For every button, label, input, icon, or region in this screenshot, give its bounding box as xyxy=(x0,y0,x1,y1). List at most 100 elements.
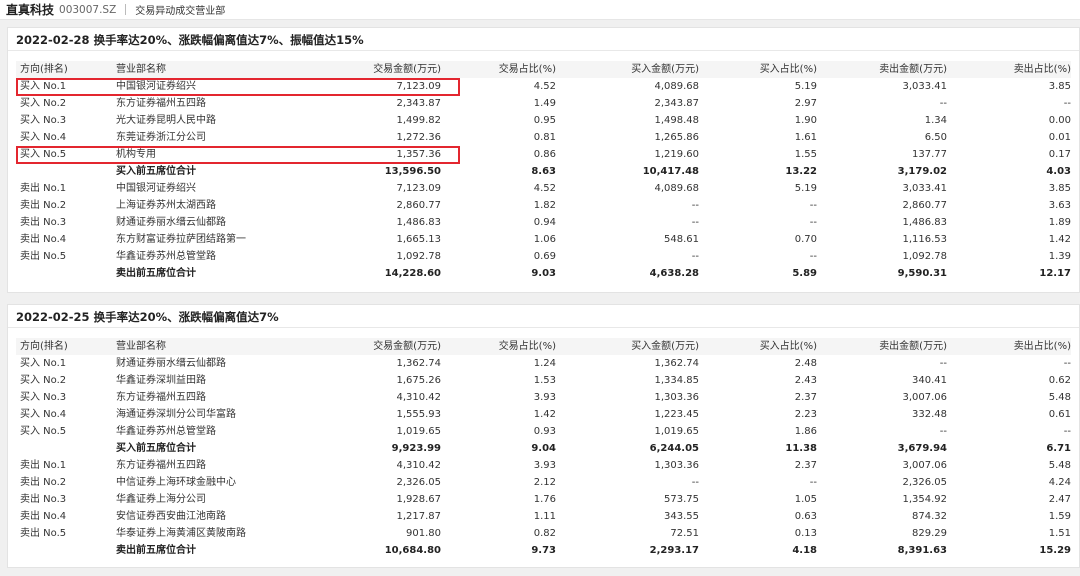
cell-trade-amount: 2,326.05 xyxy=(396,477,441,488)
cell-trade-ratio: 1.82 xyxy=(533,200,556,211)
cell-direction: 卖出 No.1 xyxy=(20,460,67,471)
cell-direction: 买入 No.5 xyxy=(20,426,67,437)
cell-broker: 中信证券上海环球金融中心 xyxy=(116,477,236,488)
cell-trade-ratio: 1.11 xyxy=(533,511,556,522)
buy-row[interactable]: 买入 No.5 机构专用 1,357.36 0.86 1,219.60 1.55 137.7… xyxy=(16,146,1071,163)
column-header-trade-ratio: 交易占比(%) xyxy=(441,338,556,355)
cell-buy-ratio: -- xyxy=(809,200,817,211)
cell-broker: 东方财富证券拉萨团结路第一 xyxy=(116,234,246,245)
total-broker: 买入前五席位合计 xyxy=(116,443,196,454)
buy-total-row: 买入前五席位合计 13,596.50 8.63 10,417.48 13.22 3,179… xyxy=(16,163,1071,180)
stock-code: 003007.SZ xyxy=(59,3,117,16)
cell-trade-ratio: 0.81 xyxy=(533,132,556,143)
trade-panel-2022-02-25: 2022-02-25 换手率达20%、涨跌幅偏离值达7% 方向(排名) 营业部名称… xyxy=(7,304,1080,568)
sell-total-row: 卖出前五席位合计 14,228.60 9.03 4,638.28 5.89 9,590.3… xyxy=(16,265,1071,282)
cell-trade-ratio: 2.12 xyxy=(533,477,556,488)
cell-broker: 东莞证券浙江分公司 xyxy=(116,132,206,143)
buy-row[interactable]: 买入 No.2 华鑫证券深圳益田路 1,675.26 1.53 1,334.85 2.43… xyxy=(16,372,1071,389)
column-header-trade-amount: 交易金额(万元) xyxy=(319,61,441,78)
cell-sell-ratio: 1.59 xyxy=(1048,511,1071,522)
cell-sell-ratio: 1.51 xyxy=(1048,528,1071,539)
buy-row[interactable]: 买入 No.3 光大证券昆明人民中路 1,499.82 0.95 1,498.48 1.9… xyxy=(16,112,1071,129)
buy-row[interactable]: 买入 No.1 财通证券丽水缙云仙都路 1,362.74 1.24 1,362.74 2.… xyxy=(16,355,1071,372)
cell-sell-amount: 137.77 xyxy=(912,149,947,160)
buy-row[interactable]: 买入 No.1 中国银河证券绍兴 7,123.09 4.52 4,089.68 5.19 3… xyxy=(16,78,1071,95)
page-subtitle: 交易异动成交营业部 xyxy=(135,6,226,17)
sell-row[interactable]: 卖出 No.2 上海证券苏州太湖西路 2,860.77 1.82 -- -- 2,860.7… xyxy=(16,197,1071,214)
cell-sell-amount: 340.41 xyxy=(912,375,947,386)
cell-buy-amount: 2,343.87 xyxy=(654,98,699,109)
buy-row[interactable]: 买入 No.3 东方证券福州五四路 4,310.42 3.93 1,303.36 2.37… xyxy=(16,389,1071,406)
buy-row[interactable]: 买入 No.4 东莞证券浙江分公司 1,272.36 0.81 1,265.86 1.61… xyxy=(16,129,1071,146)
cell-buy-ratio: 2.43 xyxy=(794,375,817,386)
cell-buy-ratio: 1.86 xyxy=(794,426,817,437)
cell-trade-ratio: 3.93 xyxy=(533,460,556,471)
cell-sell-amount: 829.29 xyxy=(912,528,947,539)
sell-row[interactable]: 卖出 No.5 华鑫证券苏州总管堂路 1,092.78 0.69 -- -- 1,092.7… xyxy=(16,248,1071,265)
column-header-sell-ratio: 卖出占比(%) xyxy=(947,338,1071,355)
cell-broker: 海通证券深圳分公司华富路 xyxy=(116,409,236,420)
buy-row[interactable]: 买入 No.5 华鑫证券苏州总管堂路 1,019.65 0.93 1,019.65 1.8… xyxy=(16,423,1071,440)
cell-buy-ratio: 0.70 xyxy=(794,234,817,245)
total-sell-amount: 3,679.94 xyxy=(897,443,947,454)
cell-sell-ratio: 3.85 xyxy=(1048,81,1071,92)
total-trade-ratio: 9.73 xyxy=(531,545,556,556)
cell-sell-amount: -- xyxy=(939,98,947,109)
cell-sell-ratio: 0.01 xyxy=(1048,132,1071,143)
cell-trade-amount: 1,555.93 xyxy=(396,409,441,420)
cell-direction: 买入 No.4 xyxy=(20,132,67,143)
cell-trade-ratio: 1.49 xyxy=(533,98,556,109)
cell-trade-amount: 4,310.42 xyxy=(396,392,441,403)
total-trade-ratio: 9.03 xyxy=(531,268,556,279)
total-buy-ratio: 13.22 xyxy=(785,166,817,177)
cell-buy-amount: 1,019.65 xyxy=(654,426,699,437)
cell-trade-amount: 2,343.87 xyxy=(396,98,441,109)
total-buy-ratio: 4.18 xyxy=(792,545,817,556)
cell-sell-amount: 874.32 xyxy=(912,511,947,522)
cell-buy-ratio: 1.90 xyxy=(794,115,817,126)
column-header-buy-ratio: 买入占比(%) xyxy=(699,338,817,355)
buy-total-row: 买入前五席位合计 9,923.99 9.04 6,244.05 11.38 3,679.9… xyxy=(16,440,1071,457)
cell-trade-ratio: 1.06 xyxy=(533,234,556,245)
sell-row[interactable]: 卖出 No.3 华鑫证券上海分公司 1,928.67 1.76 573.75 1.05 1,… xyxy=(16,491,1071,508)
sell-row[interactable]: 卖出 No.5 华泰证券上海黄浦区黄陂南路 901.80 0.82 72.51 0.13 8… xyxy=(16,525,1071,542)
cell-buy-amount: 1,303.36 xyxy=(654,460,699,471)
cell-sell-amount: 3,007.06 xyxy=(902,392,947,403)
sell-row[interactable]: 卖出 No.4 安信证券西安曲江池南路 1,217.87 1.11 343.55 0.63… xyxy=(16,508,1071,525)
buy-row[interactable]: 买入 No.2 东方证券福州五四路 2,343.87 1.49 2,343.87 2.97… xyxy=(16,95,1071,112)
cell-buy-amount: 72.51 xyxy=(670,528,699,539)
cell-sell-amount: 1,486.83 xyxy=(902,217,947,228)
cell-trade-amount: 1,217.87 xyxy=(396,511,441,522)
sell-row[interactable]: 卖出 No.1 中国银河证券绍兴 7,123.09 4.52 4,089.68 5.19 3… xyxy=(16,180,1071,197)
column-header-broker: 营业部名称 xyxy=(112,61,319,78)
table-header-row: 方向(排名) 营业部名称 交易金额(万元) 交易占比(%) 买入金额(万元) 买入占比(%… xyxy=(16,61,1071,78)
cell-trade-amount: 7,123.09 xyxy=(396,81,441,92)
cell-buy-ratio: 0.13 xyxy=(794,528,817,539)
sell-row[interactable]: 卖出 No.4 东方财富证券拉萨团结路第一 1,665.13 1.06 548.61 0.… xyxy=(16,231,1071,248)
cell-buy-amount: 1,223.45 xyxy=(654,409,699,420)
cell-direction: 卖出 No.4 xyxy=(20,511,67,522)
cell-blank xyxy=(16,440,112,457)
cell-trade-ratio: 0.82 xyxy=(533,528,556,539)
cell-broker: 中国银河证券绍兴 xyxy=(116,183,196,194)
cell-buy-ratio: -- xyxy=(809,477,817,488)
cell-buy-amount: -- xyxy=(691,477,699,488)
broker-table: 方向(排名) 营业部名称 交易金额(万元) 交易占比(%) 买入金额(万元) 买入占比(%… xyxy=(16,61,1071,282)
cell-buy-amount: -- xyxy=(691,217,699,228)
column-header-trade-ratio: 交易占比(%) xyxy=(441,61,556,78)
buy-row[interactable]: 买入 No.4 海通证券深圳分公司华富路 1,555.93 1.42 1,223.45 2… xyxy=(16,406,1071,423)
cell-broker: 中国银河证券绍兴 xyxy=(116,81,196,92)
cell-broker: 东方证券福州五四路 xyxy=(116,392,206,403)
cell-broker: 华鑫证券苏州总管堂路 xyxy=(116,251,216,262)
total-sell-ratio: 12.17 xyxy=(1039,268,1071,279)
cell-trade-ratio: 1.42 xyxy=(533,409,556,420)
cell-sell-amount: 1,116.53 xyxy=(902,234,947,245)
sell-row[interactable]: 卖出 No.1 东方证券福州五四路 4,310.42 3.93 1,303.36 2.37… xyxy=(16,457,1071,474)
total-buy-ratio: 5.89 xyxy=(792,268,817,279)
cell-sell-amount: 6.50 xyxy=(924,132,947,143)
sell-row[interactable]: 卖出 No.3 财通证券丽水缙云仙都路 1,486.83 0.94 -- -- 1,486.… xyxy=(16,214,1071,231)
cell-trade-amount: 1,499.82 xyxy=(396,115,441,126)
cell-direction: 卖出 No.3 xyxy=(20,494,67,505)
total-buy-ratio: 11.38 xyxy=(785,443,817,454)
sell-row[interactable]: 卖出 No.2 中信证券上海环球金融中心 2,326.05 2.12 -- -- 2,326… xyxy=(16,474,1071,491)
